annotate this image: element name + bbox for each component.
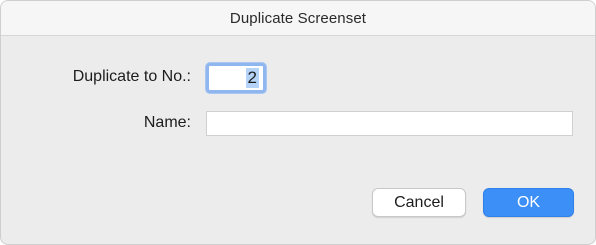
duplicate-screenset-dialog: Duplicate Screenset Duplicate to No.: 2 … xyxy=(0,0,596,245)
dialog-title: Duplicate Screenset xyxy=(229,9,367,27)
cancel-button[interactable]: Cancel xyxy=(372,188,466,217)
duplicate-number-input[interactable]: 2 xyxy=(206,63,266,93)
ok-button[interactable]: OK xyxy=(483,188,574,217)
title-bar: Duplicate Screenset xyxy=(1,1,595,36)
name-input[interactable] xyxy=(206,111,573,136)
duplicate-number-value: 2 xyxy=(245,68,259,88)
name-label: Name: xyxy=(143,114,191,131)
duplicate-number-label: Duplicate to No.: xyxy=(72,68,191,85)
